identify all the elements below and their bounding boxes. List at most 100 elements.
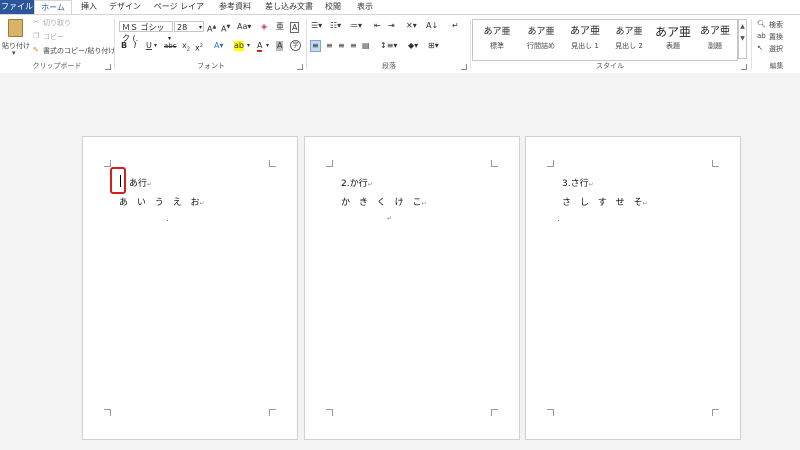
font-group: ＭＳ ゴシック (. ▾ 28 ▾ A▲ A▼ Aa▾ ◈ 亜 A B I U ▾ … (116, 15, 306, 73)
tab-page-layout[interactable]: ページ レイアウト (150, 0, 208, 25)
margin-corner (547, 160, 554, 167)
margin-corner (269, 409, 276, 416)
document-area[interactable]: あ行↵ あ い う え お↵ 2.か行↵ か き く け こ↵ ↵ 3.さ行↵ … (0, 73, 800, 450)
change-case-icon[interactable]: Aa▾ (237, 22, 251, 32)
italic-icon[interactable]: I (134, 41, 136, 51)
increase-indent-icon[interactable]: ⇥ (388, 21, 395, 31)
justify-icon[interactable]: ≡ (350, 41, 357, 51)
align-center-icon[interactable]: ≡ (326, 41, 333, 51)
tab-file[interactable]: ファイル (0, 0, 34, 14)
shrink-font-icon[interactable]: A▼ (221, 22, 230, 35)
heading-line[interactable]: 2.か行↵ (341, 176, 373, 189)
chevron-down-icon[interactable]: ▾ (247, 41, 250, 51)
margin-corner (104, 409, 111, 416)
enclose-characters-icon[interactable]: A (290, 22, 300, 33)
tab-mailings[interactable]: 差し込み文書 (264, 0, 314, 14)
paragraph-mark: ↵ (387, 215, 393, 222)
paste-button[interactable]: 貼り付け ▾ (2, 17, 30, 57)
strikethrough-icon[interactable]: abc (164, 41, 177, 51)
styles-launcher-icon[interactable] (741, 64, 747, 70)
editing-group: 🔍︎ 検索 ab 置換 ↖ 選択 編集 (753, 15, 800, 73)
tab-review[interactable]: 校閲 (322, 0, 344, 14)
body-line[interactable]: か き く け こ↵ (341, 195, 426, 208)
paragraph-mark: ↵ (367, 181, 373, 188)
heading-text: 3.さ行 (562, 179, 589, 189)
find-button[interactable]: 検索 (769, 20, 783, 30)
chevron-down-icon[interactable]: ▾ (154, 41, 157, 51)
grow-font-icon[interactable]: A▲ (207, 22, 216, 35)
styles-group: スタイル (470, 15, 750, 73)
page-2[interactable]: 2.か行↵ か き く け こ↵ ↵ (304, 136, 520, 440)
tab-references[interactable]: 参考資料 (216, 0, 254, 14)
paragraph-mark: ↵ (588, 181, 594, 188)
align-right-icon[interactable]: ≡ (338, 41, 345, 51)
numbering-icon[interactable]: ☷▾ (330, 21, 341, 31)
enclosed-character-icon[interactable]: 字 (290, 40, 301, 51)
font-name-value: ＭＳ ゴシック (. (122, 23, 165, 43)
character-shading-icon[interactable]: A (276, 41, 284, 51)
shading-icon[interactable]: ◆▾ (408, 41, 418, 51)
underline-icon[interactable]: U (146, 41, 152, 51)
select-button[interactable]: 選択 (769, 44, 783, 54)
margin-corner (712, 160, 719, 167)
clipboard-icon (8, 19, 23, 37)
copy-icon: ❐ (33, 32, 40, 40)
tab-view[interactable]: 表示 (352, 0, 378, 14)
paragraph-mark: ↵ (199, 200, 205, 207)
decrease-indent-icon[interactable]: ⇤ (374, 21, 381, 31)
sort-icon[interactable]: A↓ (426, 21, 438, 31)
page-1[interactable]: あ行↵ あ い う え お↵ (82, 136, 298, 440)
ribbon-tabs: ファイル ホーム 挿入 デザイン ページ レイアウト 参考資料 差し込み文書 校… (0, 0, 800, 25)
heading-text: あ行 (129, 179, 148, 189)
copy-button[interactable]: コピー (43, 32, 64, 42)
clipboard-launcher-icon[interactable] (105, 64, 111, 70)
font-launcher-icon[interactable] (297, 64, 303, 70)
editing-group-label: 編集 (769, 62, 784, 70)
highlight-icon[interactable]: ab (234, 41, 244, 51)
paragraph-mark: ↵ (421, 200, 427, 207)
paragraph-mark (167, 220, 168, 221)
clipboard-group-label: クリップボード (32, 62, 82, 70)
body-line[interactable]: あ い う え お↵ (119, 195, 204, 208)
clear-formatting-icon[interactable]: ◈ (261, 22, 267, 32)
text-direction-icon[interactable]: ✕▾ (406, 21, 417, 31)
heading-line[interactable]: あ行↵ (129, 176, 152, 189)
replace-button[interactable]: 置換 (769, 32, 783, 42)
distributed-icon[interactable]: ▤ (362, 41, 370, 51)
line-spacing-icon[interactable]: ↕≡▾ (380, 41, 397, 51)
font-name-dropdown[interactable]: ＭＳ ゴシック (. ▾ (119, 21, 173, 43)
phonetic-guide-icon[interactable]: 亜 (276, 22, 284, 32)
paragraph-mark: ↵ (147, 181, 153, 188)
margin-corner (326, 160, 333, 167)
cut-button[interactable]: 切り取り (43, 18, 71, 28)
bullets-icon[interactable]: ☰▾ (311, 21, 322, 31)
align-left-icon[interactable]: ≡ (310, 40, 321, 52)
margin-corner (326, 409, 333, 416)
font-size-dropdown[interactable]: 28 ▾ (174, 21, 204, 32)
text-cursor (120, 175, 121, 187)
bold-icon[interactable]: B (121, 41, 127, 51)
show-marks-icon[interactable]: ↵ (452, 21, 459, 31)
margin-corner (491, 409, 498, 416)
body-text: か き く け こ (341, 198, 422, 208)
tab-insert[interactable]: 挿入 (76, 0, 102, 14)
paste-label: 貼り付け (2, 42, 30, 50)
tab-design[interactable]: デザイン (108, 0, 142, 14)
paragraph-launcher-icon[interactable] (461, 64, 467, 70)
body-line[interactable]: さ し す せ そ↵ (562, 195, 647, 208)
format-painter-button[interactable]: 書式のコピー/貼り付け (43, 46, 115, 56)
borders-icon[interactable]: ⊞▾ (428, 41, 439, 51)
body-text: さ し す せ そ (562, 198, 643, 208)
page-3[interactable]: 3.さ行↵ さ し す せ そ↵ (525, 136, 741, 440)
text-effects-icon[interactable]: A▾ (214, 41, 224, 51)
empty-line[interactable]: ↵ (387, 213, 392, 223)
subscript-icon[interactable]: x2 (182, 41, 190, 55)
font-color-icon[interactable]: A (257, 41, 263, 52)
tab-home[interactable]: ホーム (34, 0, 72, 14)
superscript-icon[interactable]: x2 (195, 41, 203, 54)
margin-corner (269, 160, 276, 167)
chevron-down-icon[interactable]: ▾ (266, 41, 269, 51)
heading-line[interactable]: 3.さ行↵ (562, 176, 594, 189)
multilevel-list-icon[interactable]: ≔▾ (350, 21, 362, 31)
chevron-down-icon: ▾ (12, 49, 16, 57)
